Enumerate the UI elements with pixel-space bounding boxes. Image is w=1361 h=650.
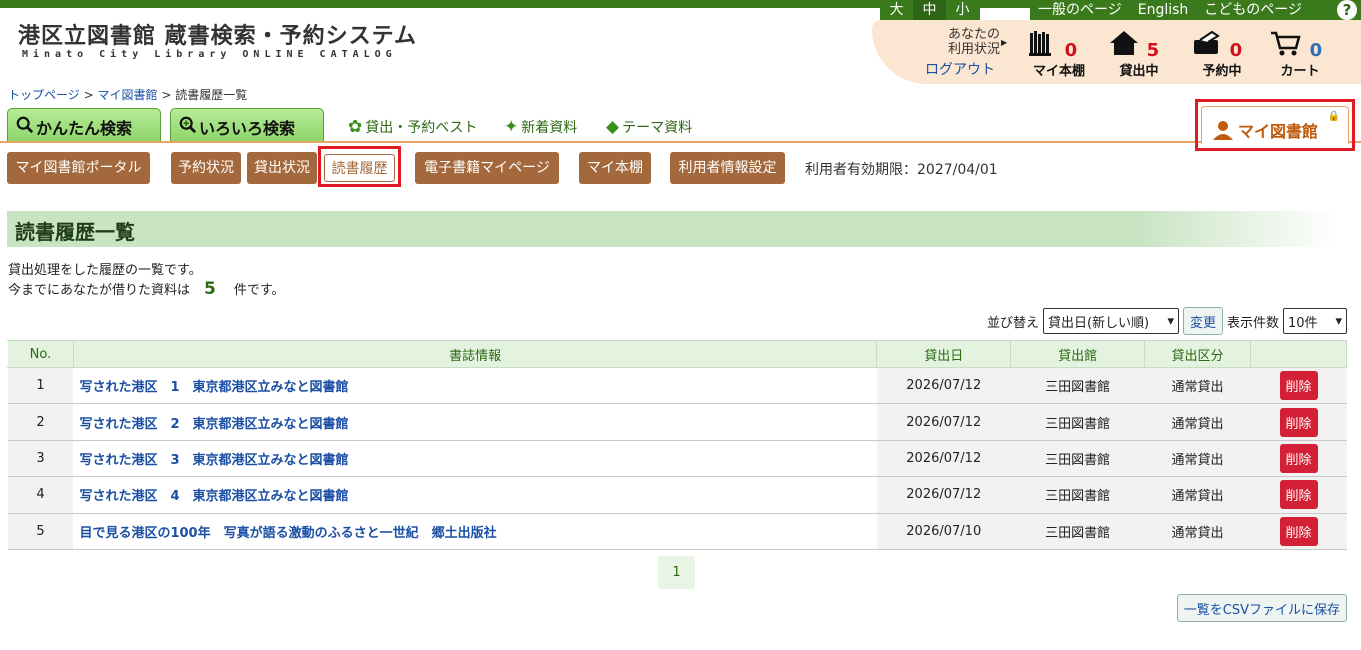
- cart-label: カート: [1280, 64, 1320, 79]
- font-size-large[interactable]: 大: [880, 0, 913, 20]
- table-row: 3 写された港区 3 東京都港区立みなと図書館 2026/07/12 三田図書館…: [7, 440, 1347, 478]
- history-count: 5: [204, 279, 216, 299]
- cart-icon: [1270, 31, 1310, 62]
- chevron-down-icon: ▾: [1335, 313, 1342, 329]
- bookshelf-label: マイ本棚: [1032, 64, 1085, 79]
- sort-select[interactable]: 貸出日(新しい順) ▾: [1042, 308, 1179, 334]
- col-action: [1250, 340, 1347, 368]
- loans-count: 5: [1146, 40, 1160, 61]
- nav-theme[interactable]: ◆ テーマ資料: [606, 117, 692, 137]
- site-subtitle: Minato City Library ONLINE CATALOG: [22, 49, 397, 60]
- per-page-label: 表示件数: [1226, 315, 1279, 331]
- col-kind: 貸出区分: [1144, 340, 1252, 368]
- highlight-history-button: [318, 146, 401, 187]
- delete-button[interactable]: 削除: [1279, 516, 1318, 546]
- col-no: No.: [7, 340, 74, 368]
- col-title: 書誌情報: [72, 340, 878, 368]
- stat-bookshelf[interactable]: 0 マイ本棚: [1029, 30, 1085, 79]
- reservation-icon: [1192, 30, 1230, 62]
- reservations-count: 0: [1229, 40, 1243, 61]
- status-label[interactable]: あなたの 利用状況: [942, 27, 1000, 57]
- breadcrumb-current: 読書履歴一覧: [175, 88, 248, 102]
- font-size-small[interactable]: 小: [946, 0, 979, 20]
- tab-simple-search[interactable]: かんたん検索: [7, 108, 161, 142]
- nav-best[interactable]: ✿ 貸出・予約ベスト: [348, 117, 478, 137]
- expiry-date: 利用者有効期限：2027/04/01: [805, 162, 998, 178]
- triangle-right-icon: ▶: [1001, 38, 1008, 47]
- sparkle-icon: ✦: [504, 117, 519, 137]
- table-row: 2 写された港区 2 東京都港区立みなと図書館 2026/07/12 三田図書館…: [7, 403, 1347, 441]
- delete-button[interactable]: 削除: [1279, 371, 1318, 401]
- col-date: 貸出日: [876, 340, 1012, 368]
- house-icon: [1109, 31, 1147, 62]
- book-title-link[interactable]: 写された港区 4 東京都港区立みなと図書館: [73, 476, 877, 514]
- sort-change-button[interactable]: 変更: [1182, 307, 1223, 335]
- nav-new[interactable]: ✦ 新着資料: [504, 117, 577, 137]
- description-text: 貸出処理をした履歴の一覧です。: [8, 263, 202, 278]
- table-row: 1 写された港区 1 東京都港区立みなと図書館 2026/07/12 三田図書館…: [7, 367, 1347, 405]
- stat-reservations[interactable]: 0 予約中: [1192, 30, 1243, 79]
- subnav-user-settings[interactable]: 利用者情報設定: [670, 152, 785, 184]
- chevron-down-icon: ▾: [1167, 313, 1174, 329]
- search-icon: [16, 116, 34, 134]
- csv-export-button[interactable]: 一覧をCSVファイルに保存: [1176, 594, 1347, 622]
- sort-bar: 並び替え 貸出日(新しい順) ▾ 変更 表示件数 10件 ▾: [987, 307, 1347, 335]
- book-title-link[interactable]: 目で見る港区の100年 写真が語る激動のふるさと一世紀 郷土出版社: [73, 513, 877, 550]
- col-library: 貸出館: [1010, 340, 1146, 368]
- bookshelf-count: 0: [1064, 40, 1078, 61]
- site-title[interactable]: 港区立図書館 蔵書検索・予約システム: [18, 18, 417, 50]
- stat-cart[interactable]: 0 カート: [1270, 30, 1323, 79]
- header-links: 一般のページ English こどものページ: [1030, 0, 1361, 20]
- delete-button[interactable]: 削除: [1279, 443, 1318, 473]
- book-title-link[interactable]: 写された港区 2 東京都港区立みなと図書館: [73, 403, 877, 441]
- tab-divider: [0, 141, 1361, 143]
- subnav-bookshelf[interactable]: マイ本棚: [579, 152, 651, 184]
- history-table: No. 書誌情報 貸出日 貸出館 貸出区分 1 写された港区 1 東京都港区立み…: [7, 340, 1347, 550]
- award-icon: ✿: [348, 117, 363, 137]
- table-row: 5 目で見る港区の100年 写真が語る激動のふるさと一世紀 郷土出版社 2026…: [7, 513, 1347, 550]
- book-title-link[interactable]: 写された港区 1 東京都港区立みなと図書館: [73, 367, 877, 405]
- page-title: 読書履歴一覧: [7, 211, 1337, 247]
- table-row: 4 写された港区 4 東京都港区立みなと図書館 2026/07/12 三田図書館…: [7, 476, 1347, 514]
- history-count-text: 今までにあなたが借りた資料は 5 件です。: [8, 279, 285, 299]
- general-page-link[interactable]: 一般のページ: [1038, 0, 1122, 20]
- tab-advanced-search[interactable]: いろいろ検索: [170, 108, 324, 142]
- logout-link[interactable]: ログアウト: [925, 59, 995, 79]
- reservations-label: 予約中: [1202, 64, 1242, 79]
- font-size-medium[interactable]: 中: [913, 0, 946, 20]
- breadcrumb: トップページ > マイ図書館 > 読書履歴一覧: [8, 88, 248, 102]
- tab-simple-search-label: かんたん検索: [36, 119, 133, 138]
- tag-icon: ◆: [606, 117, 620, 137]
- breadcrumb-mylib[interactable]: マイ図書館: [97, 88, 157, 102]
- pagination-page-1[interactable]: 1: [658, 556, 695, 589]
- subnav-loans[interactable]: 貸出状況: [247, 152, 317, 184]
- help-icon[interactable]: ?: [1337, 0, 1357, 20]
- stat-loans[interactable]: 5 貸出中: [1109, 30, 1160, 79]
- cart-count: 0: [1309, 40, 1323, 61]
- table-header: No. 書誌情報 貸出日 貸出館 貸出区分: [7, 340, 1347, 368]
- bookshelf-icon: [1029, 31, 1065, 62]
- tab-advanced-search-label: いろいろ検索: [199, 119, 296, 138]
- breadcrumb-home[interactable]: トップページ: [8, 88, 80, 102]
- delete-button[interactable]: 削除: [1279, 407, 1318, 437]
- kids-page-link[interactable]: こどものページ: [1204, 0, 1302, 20]
- highlight-mylib-tab: [1195, 99, 1355, 151]
- per-page-select[interactable]: 10件 ▾: [1283, 308, 1347, 334]
- subnav-portal[interactable]: マイ図書館ポータル: [7, 152, 150, 184]
- delete-button[interactable]: 削除: [1279, 480, 1318, 510]
- sort-label: 並び替え: [986, 315, 1039, 331]
- loans-label: 貸出中: [1119, 64, 1159, 79]
- book-title-link[interactable]: 写された港区 3 東京都港区立みなと図書館: [73, 440, 877, 478]
- subnav-reservations[interactable]: 予約状況: [171, 152, 241, 184]
- font-size-switch: 大 中 小: [880, 0, 980, 20]
- subnav-ebook[interactable]: 電子書籍マイページ: [415, 152, 559, 184]
- search-plus-icon: [179, 116, 197, 134]
- english-link[interactable]: English: [1138, 0, 1189, 20]
